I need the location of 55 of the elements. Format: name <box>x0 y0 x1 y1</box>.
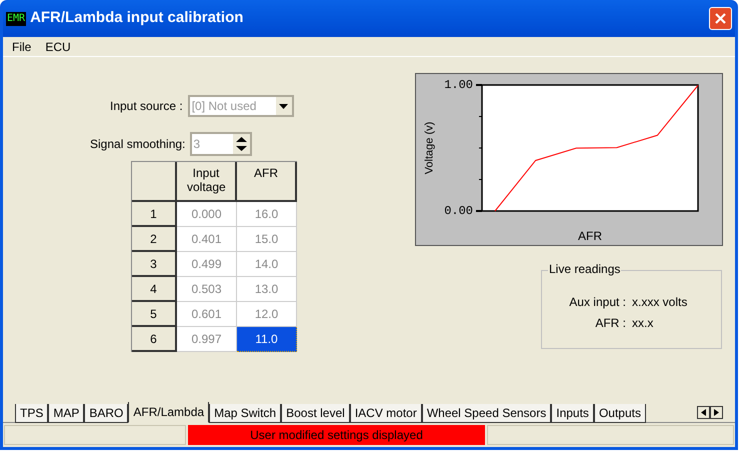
scroll-left-button[interactable] <box>697 406 710 419</box>
reading-value: x.xxx volts <box>632 294 688 311</box>
table-cell[interactable]: 15.0 <box>237 227 297 252</box>
menu-item[interactable]: File <box>12 38 32 56</box>
x-axis-label: AFR <box>578 230 602 242</box>
window-title: AFR/Lambda input calibration <box>30 8 244 28</box>
column-header: AFR <box>237 162 297 202</box>
tab[interactable]: Map Switch <box>209 404 282 423</box>
tab[interactable]: BARO <box>84 404 128 423</box>
row-header: 4 <box>132 277 177 302</box>
row-header: 1 <box>132 202 177 227</box>
status-message: User modified settings displayed <box>188 425 485 445</box>
table-cell[interactable]: 0.601 <box>177 302 237 327</box>
reading-label: Aux input : <box>568 294 626 311</box>
table-cell[interactable]: 0.503 <box>177 277 237 302</box>
tab[interactable]: TPS <box>15 404 48 423</box>
table-cell[interactable]: 11.0 <box>237 327 297 352</box>
table-cell[interactable]: 0.000 <box>177 202 237 227</box>
app-icon: EMR <box>6 12 26 26</box>
table-cell[interactable]: 0.401 <box>177 227 237 252</box>
dropdown-arrow-icon <box>279 104 288 108</box>
y-axis-label: Voltage (v) <box>424 122 436 174</box>
table-cell[interactable]: 0.997 <box>177 327 237 352</box>
group-title: Live readings <box>548 263 622 275</box>
y-tick-label: 1.00 <box>444 79 473 91</box>
table-cell[interactable]: 13.0 <box>237 277 297 302</box>
row-header: 5 <box>132 302 177 327</box>
column-header <box>132 162 177 202</box>
tab[interactable]: MAP <box>48 404 84 423</box>
spinner-arrows-icon <box>233 134 250 154</box>
scroll-right-button[interactable] <box>710 406 723 419</box>
reading-value: xx.x <box>632 315 654 332</box>
close-button[interactable] <box>709 7 732 30</box>
close-icon <box>715 13 726 24</box>
column-header: Input voltage <box>177 162 237 202</box>
row-header: 2 <box>132 227 177 252</box>
menu-item[interactable]: ECU <box>45 38 71 56</box>
table-cell[interactable]: 16.0 <box>237 202 297 227</box>
tab[interactable]: Inputs <box>551 404 594 423</box>
tab[interactable]: Wheel Speed Sensors <box>422 404 552 423</box>
reading-label: AFR : <box>594 315 626 332</box>
y-tick-label: 0.00 <box>444 205 473 217</box>
right-arrow-icon <box>714 409 719 416</box>
table-cell[interactable]: 0.499 <box>177 252 237 277</box>
tab[interactable]: Outputs <box>594 404 646 423</box>
field-label: Signal smoothing: <box>90 136 186 153</box>
left-arrow-icon <box>701 409 706 416</box>
tab[interactable]: Boost level <box>281 404 350 423</box>
tab[interactable]: AFR/Lambda <box>128 402 210 423</box>
tab[interactable]: IACV motor <box>350 404 422 423</box>
table-cell[interactable]: 12.0 <box>237 302 297 327</box>
row-header: 3 <box>132 252 177 277</box>
table-cell[interactable]: 14.0 <box>237 252 297 277</box>
row-header: 6 <box>132 327 177 352</box>
field-label: Input source : <box>110 98 183 115</box>
